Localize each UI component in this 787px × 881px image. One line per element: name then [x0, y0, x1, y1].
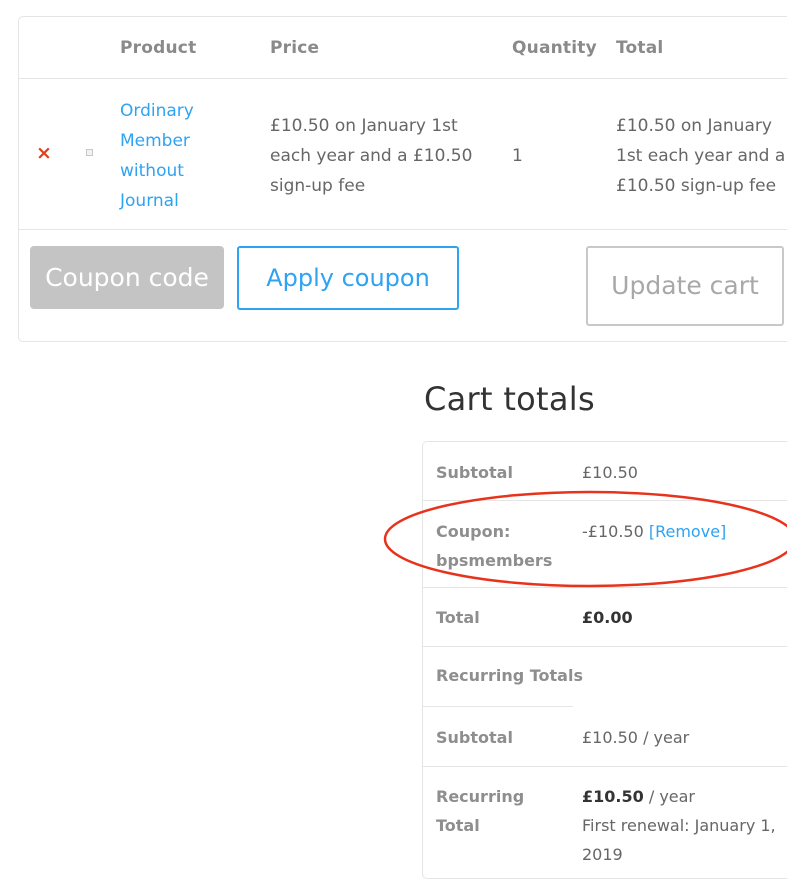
header-price: Price — [270, 38, 320, 58]
header-quantity: Quantity — [512, 38, 597, 58]
coupon-label: Coupon: bpsmembers — [436, 522, 553, 570]
totals-divider — [423, 500, 787, 501]
subtotal-value: £10.50 — [582, 463, 638, 482]
total-value: £0.00 — [582, 603, 633, 632]
first-renewal-text: First renewal: January 1, 2019 — [582, 816, 776, 864]
cart-totals-title: Cart totals — [424, 380, 595, 418]
recurring-subtotal-label: Subtotal — [436, 728, 513, 747]
product-quantity[interactable]: 1 — [512, 141, 523, 171]
product-thumbnail[interactable] — [86, 149, 93, 156]
header-total: Total — [616, 38, 664, 58]
close-icon[interactable]: × — [36, 144, 52, 163]
recurring-subtotal-value: £10.50 / year — [582, 728, 690, 747]
coupon-code-input[interactable]: Coupon code — [30, 246, 224, 309]
recurring-totals-heading: Recurring Totals — [436, 666, 583, 685]
recurring-total-period: / year — [643, 787, 696, 806]
totals-divider — [423, 587, 787, 588]
recurring-total-label: Recurring Total — [436, 787, 525, 835]
coupon-discount: -£10.50 [Remove] — [582, 517, 726, 546]
recurring-total-amount: £10.50 — [582, 787, 644, 806]
product-price: £10.50 on January 1st each year and a £1… — [270, 116, 473, 196]
coupon-remove-link[interactable]: [Remove] — [649, 522, 726, 541]
totals-divider — [423, 646, 787, 647]
subtotal-label: Subtotal — [436, 463, 513, 482]
header-divider — [19, 78, 787, 79]
total-label: Total — [436, 608, 480, 627]
recurring-total-value: £10.50 / year First renewal: January 1, … — [582, 782, 787, 869]
product-total: £10.50 on January 1st each year and a £1… — [616, 116, 786, 196]
apply-coupon-button[interactable]: Apply coupon — [237, 246, 459, 310]
update-cart-button[interactable]: Update cart — [586, 246, 784, 326]
product-link[interactable]: Ordinary Member without Journal — [120, 96, 230, 216]
row-divider — [19, 229, 787, 230]
totals-divider — [423, 706, 573, 707]
coupon-value: -£10.50 — [582, 522, 644, 541]
header-product: Product — [120, 38, 197, 58]
totals-divider — [423, 766, 787, 767]
total-amount: £0.00 — [582, 608, 633, 627]
